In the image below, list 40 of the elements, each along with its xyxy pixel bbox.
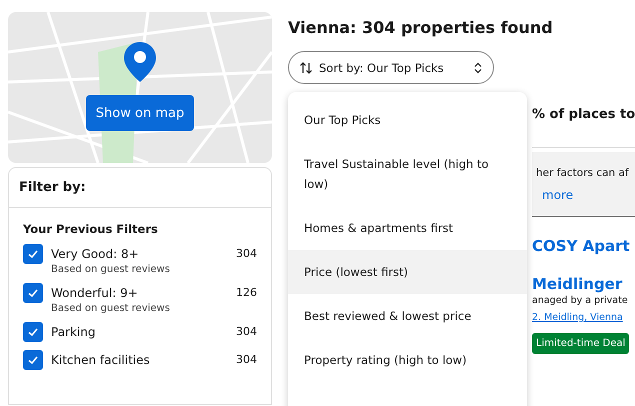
filter-note: Based on guest reviews	[51, 264, 171, 275]
filter-count: 304	[236, 246, 257, 262]
checkbox[interactable]	[23, 350, 43, 370]
sort-option[interactable]: Our Top Picks	[288, 98, 527, 142]
show-on-map-button[interactable]: Show on map	[86, 95, 194, 131]
banner-heading: % of places to	[532, 107, 635, 148]
info-text: her factors can af	[536, 166, 630, 181]
sort-button[interactable]: Sort by: Our Top Picks	[288, 51, 494, 84]
check-icon	[27, 326, 39, 338]
property-name-link[interactable]: Meidlinger	[532, 273, 622, 295]
check-icon	[27, 248, 39, 260]
filter-title: Filter by:	[9, 168, 271, 208]
filter-section-title: Your Previous Filters	[22, 221, 159, 238]
filter-count: 304	[236, 352, 257, 368]
sort-option[interactable]: Travel Sustainable level (high to low)	[288, 142, 527, 206]
up-down-chevron-icon	[473, 62, 483, 74]
sort-option[interactable]: Price (lowest first)	[288, 250, 527, 294]
sort-arrows-icon	[299, 60, 313, 74]
filter-note: Based on guest reviews	[51, 303, 171, 314]
filter-count: 304	[236, 324, 257, 340]
sort-option[interactable]: Homes & apartments first	[288, 206, 527, 250]
checkbox[interactable]	[23, 244, 43, 264]
filter-label: Parking	[51, 324, 96, 341]
filter-count: 126	[236, 285, 257, 301]
checkbox[interactable]	[23, 322, 43, 342]
checkbox[interactable]	[23, 283, 43, 303]
location-link[interactable]: 2. Meidling, Vienna	[532, 312, 623, 323]
map-pin-icon	[124, 42, 156, 82]
read-more-link[interactable]: more	[542, 184, 635, 206]
deal-badge: Limited-time Deal	[532, 333, 630, 354]
property-name-link[interactable]: COSY Apart	[532, 235, 630, 257]
manager-text: anaged by a private	[532, 295, 628, 306]
check-icon	[27, 287, 39, 299]
filter-label: Wonderful: 9+	[51, 285, 139, 302]
results-title: Vienna: 304 properties found	[288, 18, 554, 37]
filter-label: Kitchen facilities	[51, 352, 151, 369]
check-icon	[27, 354, 39, 366]
sort-option[interactable]: Best reviewed & lowest price	[288, 294, 527, 338]
filter-label: Very Good: 8+	[51, 246, 140, 263]
sort-option[interactable]: Property rating (high to low)	[288, 338, 527, 382]
